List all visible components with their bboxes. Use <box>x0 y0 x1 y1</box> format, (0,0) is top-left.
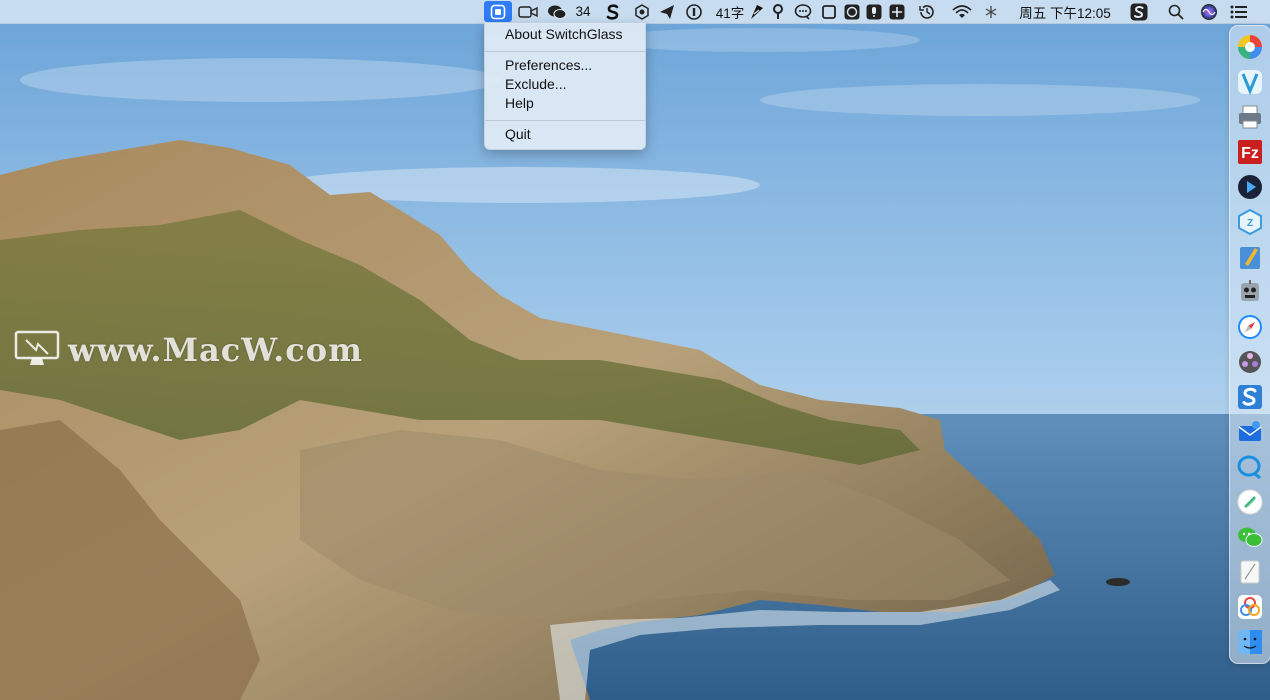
mail-app-icon[interactable] <box>1236 418 1264 446</box>
menu-item-quit[interactable]: Quit <box>485 125 645 144</box>
hexagon-icon[interactable] <box>632 0 652 23</box>
microphone-icon[interactable] <box>865 0 883 23</box>
monitor-logo-icon <box>14 330 60 371</box>
watermark-text: www.MacW.com <box>68 331 363 369</box>
menu-item-help[interactable]: Help <box>485 94 645 113</box>
scrivener-s-icon[interactable] <box>604 0 622 23</box>
vectorize-app-icon[interactable] <box>1236 68 1264 96</box>
wechat-icon[interactable] <box>545 0 569 23</box>
svg-text:Fz: Fz <box>1241 145 1259 162</box>
menu-separator <box>485 120 645 121</box>
switchglass-dropdown-menu: About SwitchGlass Preferences... Exclude… <box>484 23 646 150</box>
color-wheel-app-icon[interactable] <box>1236 33 1264 61</box>
word-count[interactable]: 41字 <box>713 0 747 23</box>
compressor-app-icon[interactable]: Z <box>1236 208 1264 236</box>
scrivener-icon[interactable] <box>1128 0 1150 23</box>
watermark: www.MacW.com <box>14 330 363 370</box>
menu-item-preferences[interactable]: Preferences... <box>485 56 645 75</box>
asterisk-icon[interactable] <box>982 0 1000 23</box>
wechat-count: 34 <box>575 4 591 19</box>
facetime-icon[interactable] <box>516 0 540 23</box>
svg-text:Z: Z <box>1247 218 1253 229</box>
wechat-app-icon[interactable] <box>1236 523 1264 551</box>
chat-bubble-icon[interactable] <box>792 0 814 23</box>
time-machine-icon[interactable] <box>916 0 938 23</box>
grid-icon[interactable] <box>887 0 907 23</box>
menu-item-about[interactable]: About SwitchGlass <box>485 25 645 44</box>
control-center-icon[interactable] <box>1228 0 1250 23</box>
chat-app-icon[interactable] <box>1236 453 1264 481</box>
scrivener-app-icon[interactable] <box>1236 383 1264 411</box>
filezilla-app-icon[interactable]: Fz <box>1236 138 1264 166</box>
notes-app-icon[interactable] <box>1236 558 1264 586</box>
safari-app-icon[interactable] <box>1236 313 1264 341</box>
printer-app-icon[interactable] <box>1236 103 1264 131</box>
video-player-app-icon[interactable] <box>1236 173 1264 201</box>
face-icon[interactable] <box>843 0 861 23</box>
switchglass-status-icon[interactable] <box>484 1 512 22</box>
feather-icon[interactable] <box>747 0 767 23</box>
menu-item-exclude[interactable]: Exclude... <box>485 75 645 94</box>
photos-app-icon[interactable] <box>1236 593 1264 621</box>
wifi-icon[interactable] <box>950 0 974 23</box>
onepassword-icon[interactable] <box>683 0 705 23</box>
automator-robot-app-icon[interactable] <box>1236 278 1264 306</box>
pages-pen-app-icon[interactable] <box>1236 243 1264 271</box>
finder-app-icon[interactable] <box>1236 628 1264 656</box>
movie-reel-app-icon[interactable] <box>1236 348 1264 376</box>
menu-separator <box>485 51 645 52</box>
square-icon[interactable] <box>820 0 838 23</box>
p-icon[interactable] <box>769 0 787 23</box>
switchglass-dock: Fz Z <box>1229 25 1270 664</box>
search-icon[interactable] <box>1165 0 1187 23</box>
siri-icon[interactable] <box>1198 0 1220 23</box>
menu-bar: 34 41字 周五 下午12:05 <box>0 0 1270 24</box>
clock[interactable]: 周五 下午12:05 <box>1012 0 1118 23</box>
paper-plane-icon[interactable] <box>656 0 678 23</box>
feather-app-icon[interactable] <box>1236 488 1264 516</box>
